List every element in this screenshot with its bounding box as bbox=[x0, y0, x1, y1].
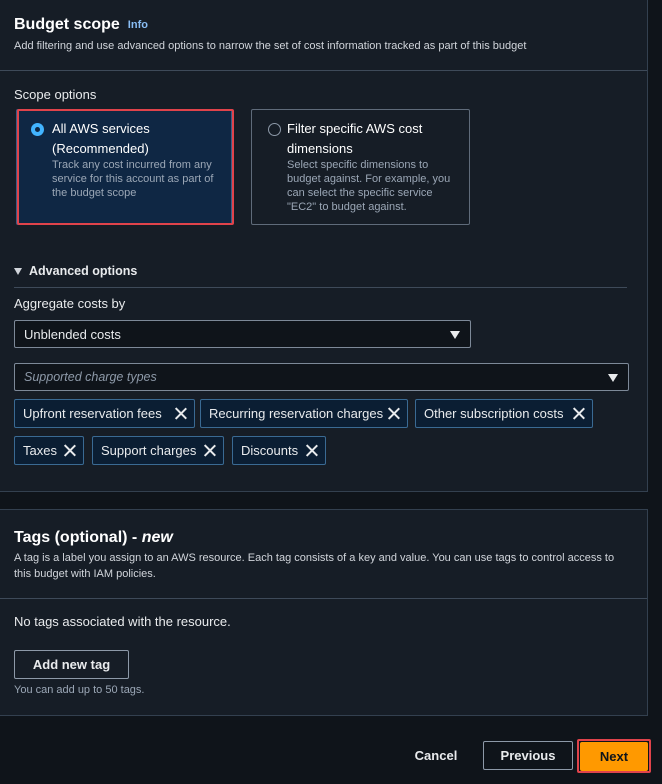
token-label: Recurring reservation charges bbox=[209, 406, 384, 421]
tags-panel: Tags (optional) - new A tag is a label y… bbox=[0, 509, 648, 716]
caret-down-icon bbox=[450, 331, 460, 339]
charge-types-placeholder: Supported charge types bbox=[24, 370, 157, 384]
tags-description: A tag is a label you assign to an AWS re… bbox=[14, 552, 615, 580]
radio-unselected-icon[interactable] bbox=[268, 123, 281, 136]
budget-scope-description: Add filtering and use advanced options t… bbox=[14, 40, 527, 52]
token-recurring-reservation-charges: Recurring reservation charges bbox=[200, 399, 408, 428]
caret-down-icon bbox=[14, 267, 22, 275]
scope-option-title: All AWS services (Recommended) bbox=[52, 121, 150, 156]
scope-option-title: Filter specific AWS cost dimensions bbox=[287, 121, 423, 156]
token-support-charges: Support charges bbox=[92, 436, 224, 465]
charge-types-select[interactable]: Supported charge types bbox=[14, 363, 629, 391]
token-taxes: Taxes bbox=[14, 436, 84, 465]
remove-token-icon[interactable] bbox=[63, 444, 76, 457]
next-button[interactable]: Next bbox=[580, 742, 648, 771]
aggregate-costs-select[interactable]: Unblended costs bbox=[14, 320, 471, 348]
aggregate-costs-value: Unblended costs bbox=[24, 327, 121, 342]
remove-token-icon[interactable] bbox=[387, 407, 400, 420]
advanced-options-toggle[interactable]: Advanced options bbox=[14, 264, 137, 278]
token-label: Discounts bbox=[241, 443, 299, 458]
scope-option-description: Select specific dimensions to budget aga… bbox=[287, 159, 451, 213]
token-label: Taxes bbox=[23, 443, 57, 458]
token-label: Support charges bbox=[101, 443, 197, 458]
cancel-button[interactable]: Cancel bbox=[407, 741, 465, 770]
no-tags-text: No tags associated with the resource. bbox=[14, 614, 231, 629]
budget-scope-title: Budget scope Info bbox=[14, 16, 148, 34]
caret-down-icon bbox=[608, 374, 618, 382]
scope-options-label: Scope options bbox=[14, 87, 97, 102]
tags-limit-hint: You can add up to 50 tags. bbox=[14, 684, 145, 696]
tags-title: Tags (optional) - new bbox=[14, 529, 173, 547]
budget-scope-heading: Budget scope bbox=[14, 16, 120, 33]
token-upfront-reservation-fees: Upfront reservation fees bbox=[14, 399, 195, 428]
token-other-subscription-costs: Other subscription costs bbox=[415, 399, 593, 428]
advanced-options-label: Advanced options bbox=[29, 264, 138, 278]
token-label: Other subscription costs bbox=[424, 406, 564, 421]
token-discounts: Discounts bbox=[232, 436, 326, 465]
info-link[interactable]: Info bbox=[128, 19, 148, 31]
aggregate-costs-label: Aggregate costs by bbox=[14, 296, 126, 311]
remove-token-icon[interactable] bbox=[203, 444, 216, 457]
budget-scope-panel: Budget scope Info Add filtering and use a… bbox=[0, 0, 648, 492]
remove-token-icon[interactable] bbox=[572, 407, 585, 420]
previous-button[interactable]: Previous bbox=[483, 741, 573, 770]
scope-option-all-services[interactable]: All AWS services (Recommended) Track any… bbox=[16, 109, 232, 225]
tags-new-badge: new bbox=[141, 529, 173, 546]
add-new-tag-button[interactable]: Add new tag bbox=[14, 650, 129, 679]
divider bbox=[0, 598, 647, 599]
divider bbox=[0, 70, 647, 71]
scope-option-description: Track any cost incurred from any service… bbox=[52, 159, 214, 199]
token-label: Upfront reservation fees bbox=[23, 406, 162, 421]
divider bbox=[14, 287, 627, 288]
remove-token-icon[interactable] bbox=[305, 444, 318, 457]
remove-token-icon[interactable] bbox=[174, 407, 187, 420]
tags-heading: Tags (optional) - bbox=[14, 529, 142, 546]
radio-selected-icon[interactable] bbox=[31, 123, 44, 136]
scope-option-filter-dimensions[interactable]: Filter specific AWS cost dimensions Sele… bbox=[251, 109, 470, 225]
